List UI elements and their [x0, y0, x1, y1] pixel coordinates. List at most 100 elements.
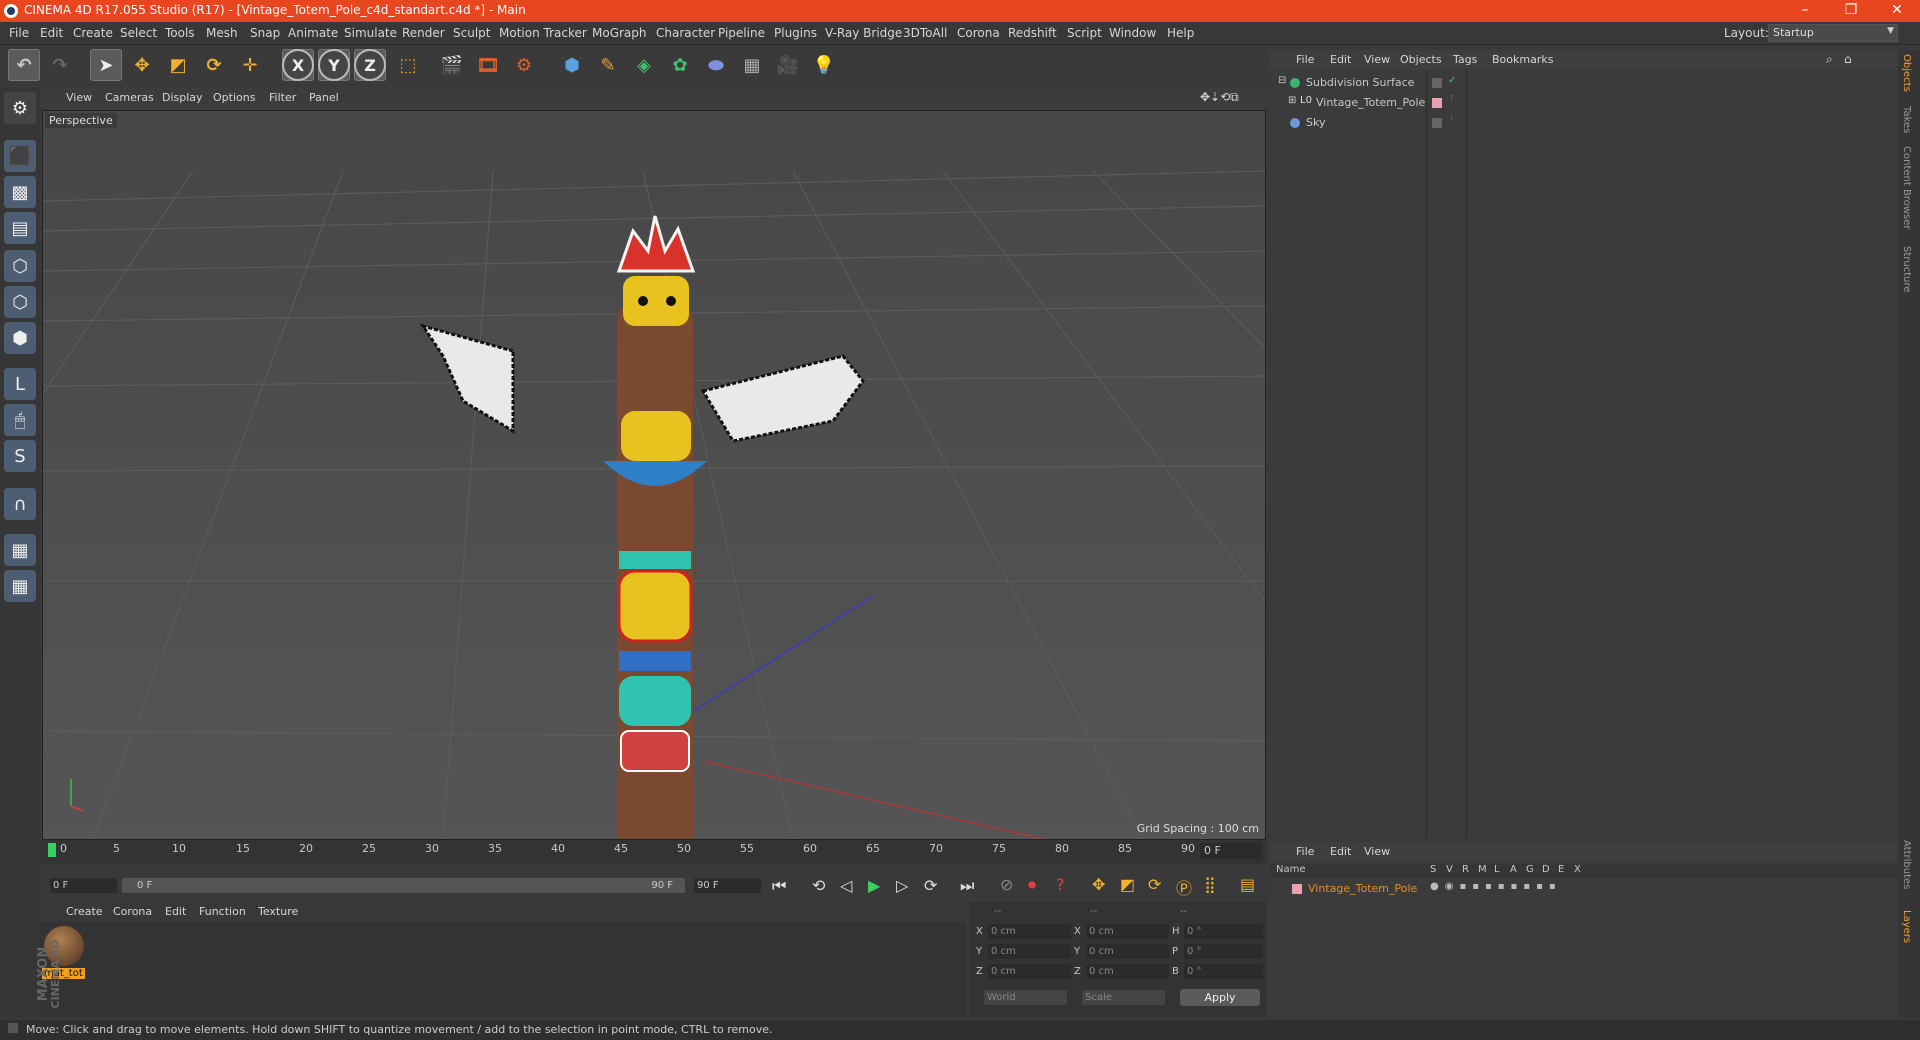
- layer-swatch-icon[interactable]: [1432, 78, 1442, 88]
- move-tool-icon[interactable]: ✥: [126, 49, 158, 81]
- expand-icon[interactable]: ⊞: [1288, 95, 1296, 106]
- material-menu-create[interactable]: Create: [66, 905, 103, 918]
- enabled-check-icon[interactable]: ✓: [1448, 75, 1456, 86]
- size-z-field[interactable]: 0 cm: [1086, 964, 1169, 979]
- menu-animate[interactable]: Animate: [288, 26, 338, 40]
- menu-tools[interactable]: Tools: [165, 26, 195, 40]
- menu-create[interactable]: Create: [73, 26, 113, 40]
- size-y-field[interactable]: 0 cm: [1086, 944, 1169, 959]
- object-menu-edit[interactable]: Edit: [1330, 53, 1351, 66]
- material-menu-texture[interactable]: Texture: [258, 905, 298, 918]
- render-view-icon[interactable]: 🎬: [436, 49, 468, 81]
- menu-select[interactable]: Select: [120, 26, 157, 40]
- tab-structure[interactable]: Structure: [1901, 246, 1912, 293]
- key-position-icon[interactable]: ✥: [1092, 875, 1105, 894]
- visibility-dots-icon[interactable]: ⁝: [1450, 114, 1453, 124]
- search-icon[interactable]: ⌕: [1826, 52, 1833, 67]
- object-row[interactable]: ⊞ L0 Vintage_Totem_Pole ⁝: [1270, 94, 1898, 112]
- subdivision-surface-icon[interactable]: ◈: [628, 49, 660, 81]
- menu-3dtoall[interactable]: 3DToAll: [903, 26, 947, 40]
- layer-color-swatch[interactable]: [1292, 884, 1302, 894]
- menu-motion-tracker[interactable]: Motion Tracker: [499, 26, 587, 40]
- y-axis-button[interactable]: Y: [318, 49, 350, 81]
- tab-content-browser[interactable]: Content Browser: [1901, 146, 1912, 229]
- position-x-field[interactable]: 0 cm: [988, 924, 1071, 939]
- menu-script[interactable]: Script: [1067, 26, 1102, 40]
- perspective-viewport[interactable]: Perspective Grid Spacing : 100 cm: [42, 110, 1266, 840]
- layer-row[interactable]: Vintage_Totem_Pole ●◉▪▪▪▪▪▪▪▪: [1270, 880, 1898, 898]
- viewport-menu-options[interactable]: Options: [213, 91, 255, 104]
- record-keys-icon[interactable]: ⊘: [1000, 875, 1013, 894]
- floor-icon[interactable]: ▦: [736, 49, 768, 81]
- transform-tool-icon[interactable]: ✛: [234, 49, 266, 81]
- render-settings-icon[interactable]: ⚙: [508, 49, 540, 81]
- viewport-navigation-icon[interactable]: ✥⇣⟲⧉: [1200, 90, 1239, 105]
- go-to-end-icon[interactable]: ⏭: [960, 876, 974, 896]
- object-name[interactable]: Sky: [1306, 116, 1325, 129]
- rotation-h-field[interactable]: 0 °: [1184, 924, 1263, 939]
- rotation-b-field[interactable]: 0 °: [1184, 964, 1263, 979]
- undo-icon[interactable]: ↶: [8, 49, 40, 81]
- menu-pipeline[interactable]: Pipeline: [718, 26, 765, 40]
- tab-attributes[interactable]: Attributes: [1901, 840, 1912, 889]
- rotation-p-field[interactable]: 0 °: [1184, 944, 1263, 959]
- object-menu-file[interactable]: File: [1296, 53, 1314, 66]
- menu-sculpt[interactable]: Sculpt: [453, 26, 490, 40]
- material-menu-corona[interactable]: Corona: [113, 905, 152, 918]
- menu-plugins[interactable]: Plugins: [774, 26, 817, 40]
- light-icon[interactable]: 💡: [808, 49, 840, 81]
- key-scale-icon[interactable]: ◩: [1120, 875, 1135, 894]
- visibility-dots-icon[interactable]: ⁝: [1450, 94, 1453, 104]
- cloner-icon[interactable]: ✿: [664, 49, 696, 81]
- viewport-menu-filter[interactable]: Filter: [269, 91, 296, 104]
- material-menu-function[interactable]: Function: [199, 905, 246, 918]
- menu-file[interactable]: File: [9, 26, 29, 40]
- layout-dropdown[interactable]: Startup ▼: [1768, 24, 1898, 42]
- start-frame-field[interactable]: 0 F: [50, 878, 117, 893]
- texture-mode-icon[interactable]: ▩: [4, 176, 36, 208]
- object-name[interactable]: Vintage_Totem_Pole: [1316, 96, 1425, 109]
- snap-icon[interactable]: S: [4, 440, 36, 472]
- make-editable-icon[interactable]: ⚙: [4, 92, 36, 124]
- tab-takes[interactable]: Takes: [1901, 106, 1912, 133]
- layer-menu-view[interactable]: View: [1364, 845, 1390, 858]
- rotate-tool-icon[interactable]: ⟳: [198, 49, 230, 81]
- edges-mode-icon[interactable]: ⬡: [4, 286, 36, 318]
- scale-tool-icon[interactable]: ◩: [162, 49, 194, 81]
- redo-icon[interactable]: ↷: [44, 49, 76, 81]
- menu-help[interactable]: Help: [1167, 26, 1194, 40]
- playhead[interactable]: [48, 843, 56, 857]
- current-frame-field[interactable]: 0 F: [1200, 843, 1262, 859]
- object-row[interactable]: Sky ⁝: [1270, 114, 1898, 132]
- object-menu-view[interactable]: View: [1364, 53, 1390, 66]
- close-button[interactable]: ✕: [1874, 0, 1920, 22]
- timeline-ruler[interactable]: 0 5 10 15 20 25 30 35 40 45 50 55 60 65 …: [40, 840, 1266, 864]
- size-x-field[interactable]: 0 cm: [1086, 924, 1169, 939]
- world-dropdown[interactable]: World: [984, 990, 1067, 1005]
- polygons-mode-icon[interactable]: ⬢: [4, 322, 36, 354]
- scale-dropdown[interactable]: Scale: [1082, 990, 1165, 1005]
- object-menu-bookmarks[interactable]: Bookmarks: [1492, 53, 1553, 66]
- viewport-menu-cameras[interactable]: Cameras: [105, 91, 154, 104]
- go-to-start-icon[interactable]: ⏮: [772, 876, 786, 896]
- tab-layers[interactable]: Layers: [1901, 910, 1912, 943]
- select-tool-icon[interactable]: ➤: [90, 49, 122, 81]
- collapse-icon[interactable]: ⊟: [1278, 75, 1286, 86]
- menu-snap[interactable]: Snap: [250, 26, 280, 40]
- minimize-button[interactable]: –: [1782, 0, 1828, 22]
- axis-mode-icon[interactable]: L: [4, 368, 36, 400]
- menu-redshift[interactable]: Redshift: [1008, 26, 1057, 40]
- object-menu-objects[interactable]: Objects: [1400, 53, 1442, 66]
- position-y-field[interactable]: 0 cm: [988, 944, 1071, 959]
- position-z-field[interactable]: 0 cm: [988, 964, 1071, 979]
- viewport-label[interactable]: Perspective: [45, 113, 117, 128]
- viewport-menu-display[interactable]: Display: [162, 91, 203, 104]
- x-axis-button[interactable]: X: [282, 49, 314, 81]
- render-picture-viewer-icon[interactable]: 🎞: [472, 49, 504, 81]
- points-mode-icon[interactable]: ⬡: [4, 250, 36, 282]
- home-icon[interactable]: ⌂: [1844, 52, 1852, 66]
- menu-mesh[interactable]: Mesh: [206, 26, 238, 40]
- workplane-mode-icon[interactable]: ▤: [4, 212, 36, 244]
- end-frame-field[interactable]: 90 F: [694, 878, 761, 893]
- next-frame-icon[interactable]: ▷: [896, 876, 908, 895]
